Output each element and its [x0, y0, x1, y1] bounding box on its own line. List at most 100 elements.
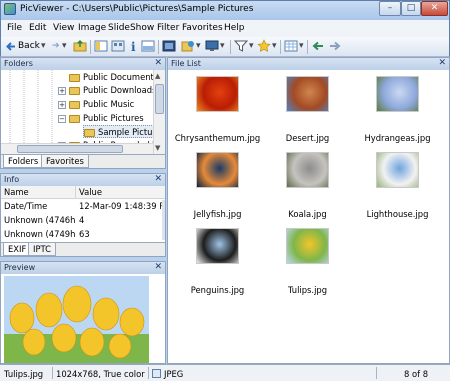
hscrollbar-thumb[interactable] — [17, 145, 123, 153]
thumbnail-image — [196, 228, 239, 264]
file-thumbnail[interactable]: Tulips.jpg — [261, 228, 351, 308]
folder-item-selected[interactable]: Sample Pictures — [83, 125, 154, 138]
info-row-value: 63 — [79, 229, 90, 239]
folders-panel: Folders ✕ Public Documents + Public Downl… — [0, 57, 166, 169]
tab-favorites[interactable]: Favorites — [41, 155, 89, 168]
status-filename: Tulips.jpg — [4, 369, 44, 379]
column-header-name[interactable]: Name — [1, 186, 76, 199]
back-dropdown-icon[interactable]: ▾ — [41, 41, 46, 51]
slideshow-dropdown-icon[interactable]: ▾ — [196, 41, 201, 51]
grid-dropdown-icon[interactable]: ▾ — [299, 41, 304, 51]
menu-filter[interactable]: Filter — [157, 23, 179, 33]
up-folder-icon[interactable] — [73, 39, 87, 55]
folder-icon — [69, 86, 80, 95]
info-panel-close-icon[interactable]: ✕ — [154, 174, 162, 185]
folders-scrollbar[interactable]: ▲ ▼ — [153, 70, 165, 154]
file-list-header: File List ✕ — [168, 58, 449, 70]
slideshow-icon[interactable] — [181, 39, 195, 55]
menu-edit[interactable]: Edit — [29, 23, 46, 33]
filter-icon[interactable] — [234, 39, 248, 55]
thumbnail-caption: Hydrangeas.jpg — [364, 133, 431, 143]
file-thumbnail[interactable]: Desert.jpg — [261, 76, 351, 156]
expand-icon[interactable]: + — [58, 86, 66, 95]
thumbnail-image — [286, 76, 329, 112]
folder-item[interactable]: − Public Pictures — [58, 112, 144, 125]
file-thumbnail[interactable]: Chrysanthemum.jpg — [171, 76, 261, 156]
folder-item[interactable]: + Public Music — [58, 98, 134, 111]
thumbnail-image — [286, 228, 329, 264]
window-title: PicViewer - C:\Users\Public\Pictures\Sam… — [20, 4, 254, 14]
tab-folders[interactable]: Folders — [3, 155, 44, 168]
scroll-up-icon[interactable]: ▲ — [155, 72, 160, 80]
preview-panel-title: Preview — [4, 263, 36, 272]
thumbnail-image — [196, 76, 239, 112]
thumbnail-image — [376, 152, 419, 188]
info-row-name: Unknown (4746h) — [4, 215, 76, 225]
thumbnail-view-icon[interactable] — [111, 39, 125, 55]
folder-icon — [84, 128, 95, 137]
file-thumbnail[interactable]: Lighthouse.jpg — [351, 152, 441, 232]
file-list-close-icon[interactable]: ✕ — [438, 58, 446, 69]
fullscreen-icon[interactable] — [162, 39, 176, 55]
folder-icon — [69, 73, 80, 82]
preview-pane-icon[interactable] — [141, 39, 155, 55]
menu-help[interactable]: Help — [224, 23, 245, 33]
close-button[interactable]: ✕ — [421, 1, 448, 16]
monitor-icon[interactable] — [205, 39, 219, 55]
folders-panel-close-icon[interactable]: ✕ — [154, 58, 162, 69]
folders-tabbar: Folders Favorites — [1, 154, 165, 168]
file-thumbnail[interactable]: Hydrangeas.jpg — [351, 76, 441, 156]
forward-dropdown-icon[interactable]: ▾ — [62, 41, 67, 51]
file-list-panel: File List ✕ Chrysanthemum.jpg Desert.jpg H… — [167, 57, 450, 364]
filter-dropdown-icon[interactable]: ▾ — [249, 41, 254, 51]
menu-view[interactable]: View — [53, 23, 74, 33]
folder-icon — [69, 114, 80, 123]
status-bar: Tulips.jpg 1024x768, True color JPEG 8 o… — [0, 364, 450, 381]
favorites-star-icon[interactable] — [257, 39, 271, 55]
thumbnail-caption: Chrysanthemum.jpg — [174, 133, 261, 143]
menu-favorites[interactable]: Favorites — [182, 23, 223, 33]
menu-slideshow[interactable]: SlideShow — [108, 23, 154, 33]
expand-icon[interactable]: + — [58, 100, 66, 109]
folder-icon — [69, 100, 80, 109]
info-row-value: 4 — [79, 215, 85, 225]
thumbnail-image — [286, 152, 329, 188]
thumbnail-image — [376, 76, 419, 112]
menu-image[interactable]: Image — [78, 23, 106, 33]
folder-item[interactable]: Public Documents — [69, 71, 154, 84]
file-thumbnail[interactable]: Koala.jpg — [261, 152, 351, 232]
preview-panel-close-icon[interactable]: ✕ — [154, 262, 162, 273]
info-panel-title: Info — [4, 175, 20, 184]
thumbnail-caption: Tulips.jpg — [287, 285, 328, 295]
thumbnail-caption: Jellyfish.jpg — [193, 209, 242, 219]
status-count: 8 of 8 — [404, 369, 429, 379]
back-arrow-icon[interactable] — [5, 41, 16, 57]
thumbnail-caption: Lighthouse.jpg — [366, 209, 429, 219]
file-thumbnail[interactable]: Jellyfish.jpg — [171, 152, 261, 232]
menu-file[interactable]: File — [7, 23, 22, 33]
forward-arrow-icon[interactable]: ➔ — [52, 41, 60, 51]
tab-iptc[interactable]: IPTC — [28, 243, 56, 256]
info-panel: Info ✕ Name Value Date/Time 12-Mar-09 1:… — [0, 173, 166, 257]
minimize-button[interactable]: – — [379, 1, 401, 16]
grid-view-icon[interactable] — [284, 39, 298, 55]
toolbar: Back ▾ ➔ ▾ i ▾ ▾ ▾ ▾ ▾ — [0, 37, 450, 57]
folders-view-icon[interactable] — [94, 39, 108, 55]
previous-image-icon[interactable] — [311, 39, 325, 55]
collapse-icon[interactable]: − — [58, 114, 66, 123]
column-header-value[interactable]: Value — [76, 186, 165, 199]
thumbnail-grid: Chrysanthemum.jpg Desert.jpg Hydrangeas.jp… — [168, 70, 449, 363]
back-button-label[interactable]: Back — [18, 41, 40, 51]
file-thumbnail[interactable]: Penguins.jpg — [171, 228, 261, 308]
scroll-down-icon[interactable]: ▼ — [155, 144, 160, 152]
maximize-button[interactable]: □ — [401, 1, 421, 16]
monitor-dropdown-icon[interactable]: ▾ — [220, 41, 225, 51]
info-scrollbar[interactable] — [162, 200, 165, 240]
favorites-dropdown-icon[interactable]: ▾ — [272, 41, 277, 51]
folders-panel-title: Folders — [4, 59, 33, 68]
folders-hscrollbar[interactable] — [1, 143, 153, 154]
next-image-icon[interactable] — [328, 39, 342, 55]
scrollbar-thumb[interactable] — [155, 84, 164, 114]
folder-item[interactable]: + Public Downloads — [58, 84, 154, 97]
info-icon[interactable]: i — [128, 39, 138, 55]
